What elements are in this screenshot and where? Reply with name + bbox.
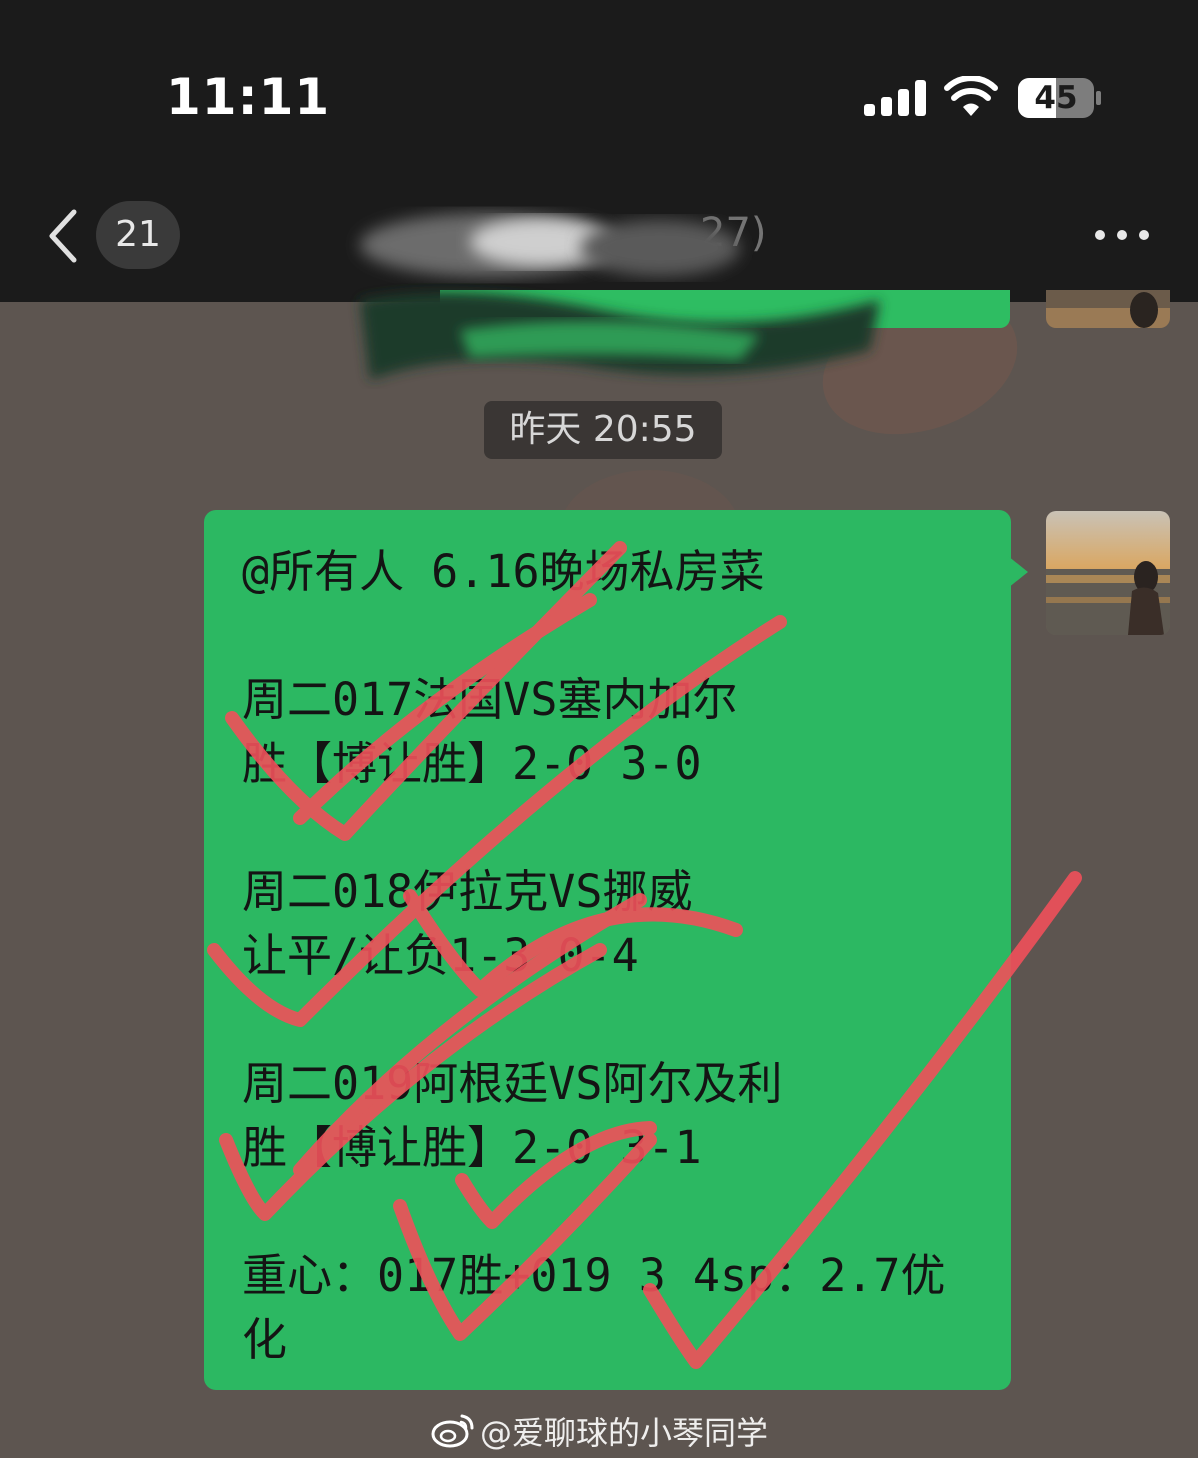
avatar[interactable] (1046, 511, 1170, 635)
chevron-left-icon[interactable] (40, 206, 84, 266)
battery-level: 45 (1034, 80, 1078, 116)
bubble-tail (1008, 556, 1028, 588)
redaction-scribble (360, 292, 880, 380)
battery-icon: 45 (1018, 78, 1102, 118)
watermark-text: @爱聊球的小琴同学 (480, 1414, 769, 1452)
avatar[interactable] (1046, 290, 1170, 328)
more-dots-icon[interactable] (1090, 218, 1154, 252)
message-timestamp: 昨天 20:55 (484, 401, 722, 459)
weibo-icon (431, 1414, 474, 1448)
unread-count-badge[interactable]: 21 (96, 201, 180, 269)
wifi-icon (944, 76, 998, 116)
cellular-signal-icon (864, 80, 926, 116)
clock-time: 11:11 (166, 68, 331, 126)
chat-screen: 11:11 45 21 27) 昨天 20:55 @所有人 6.16晚场私房菜 … (0, 0, 1198, 1458)
status-bar: 11:11 45 (0, 0, 1198, 170)
message-text[interactable]: @所有人 6.16晚场私房菜 周二017法国VS塞内加尔 胜【博让胜】2-0 3… (242, 540, 982, 1372)
